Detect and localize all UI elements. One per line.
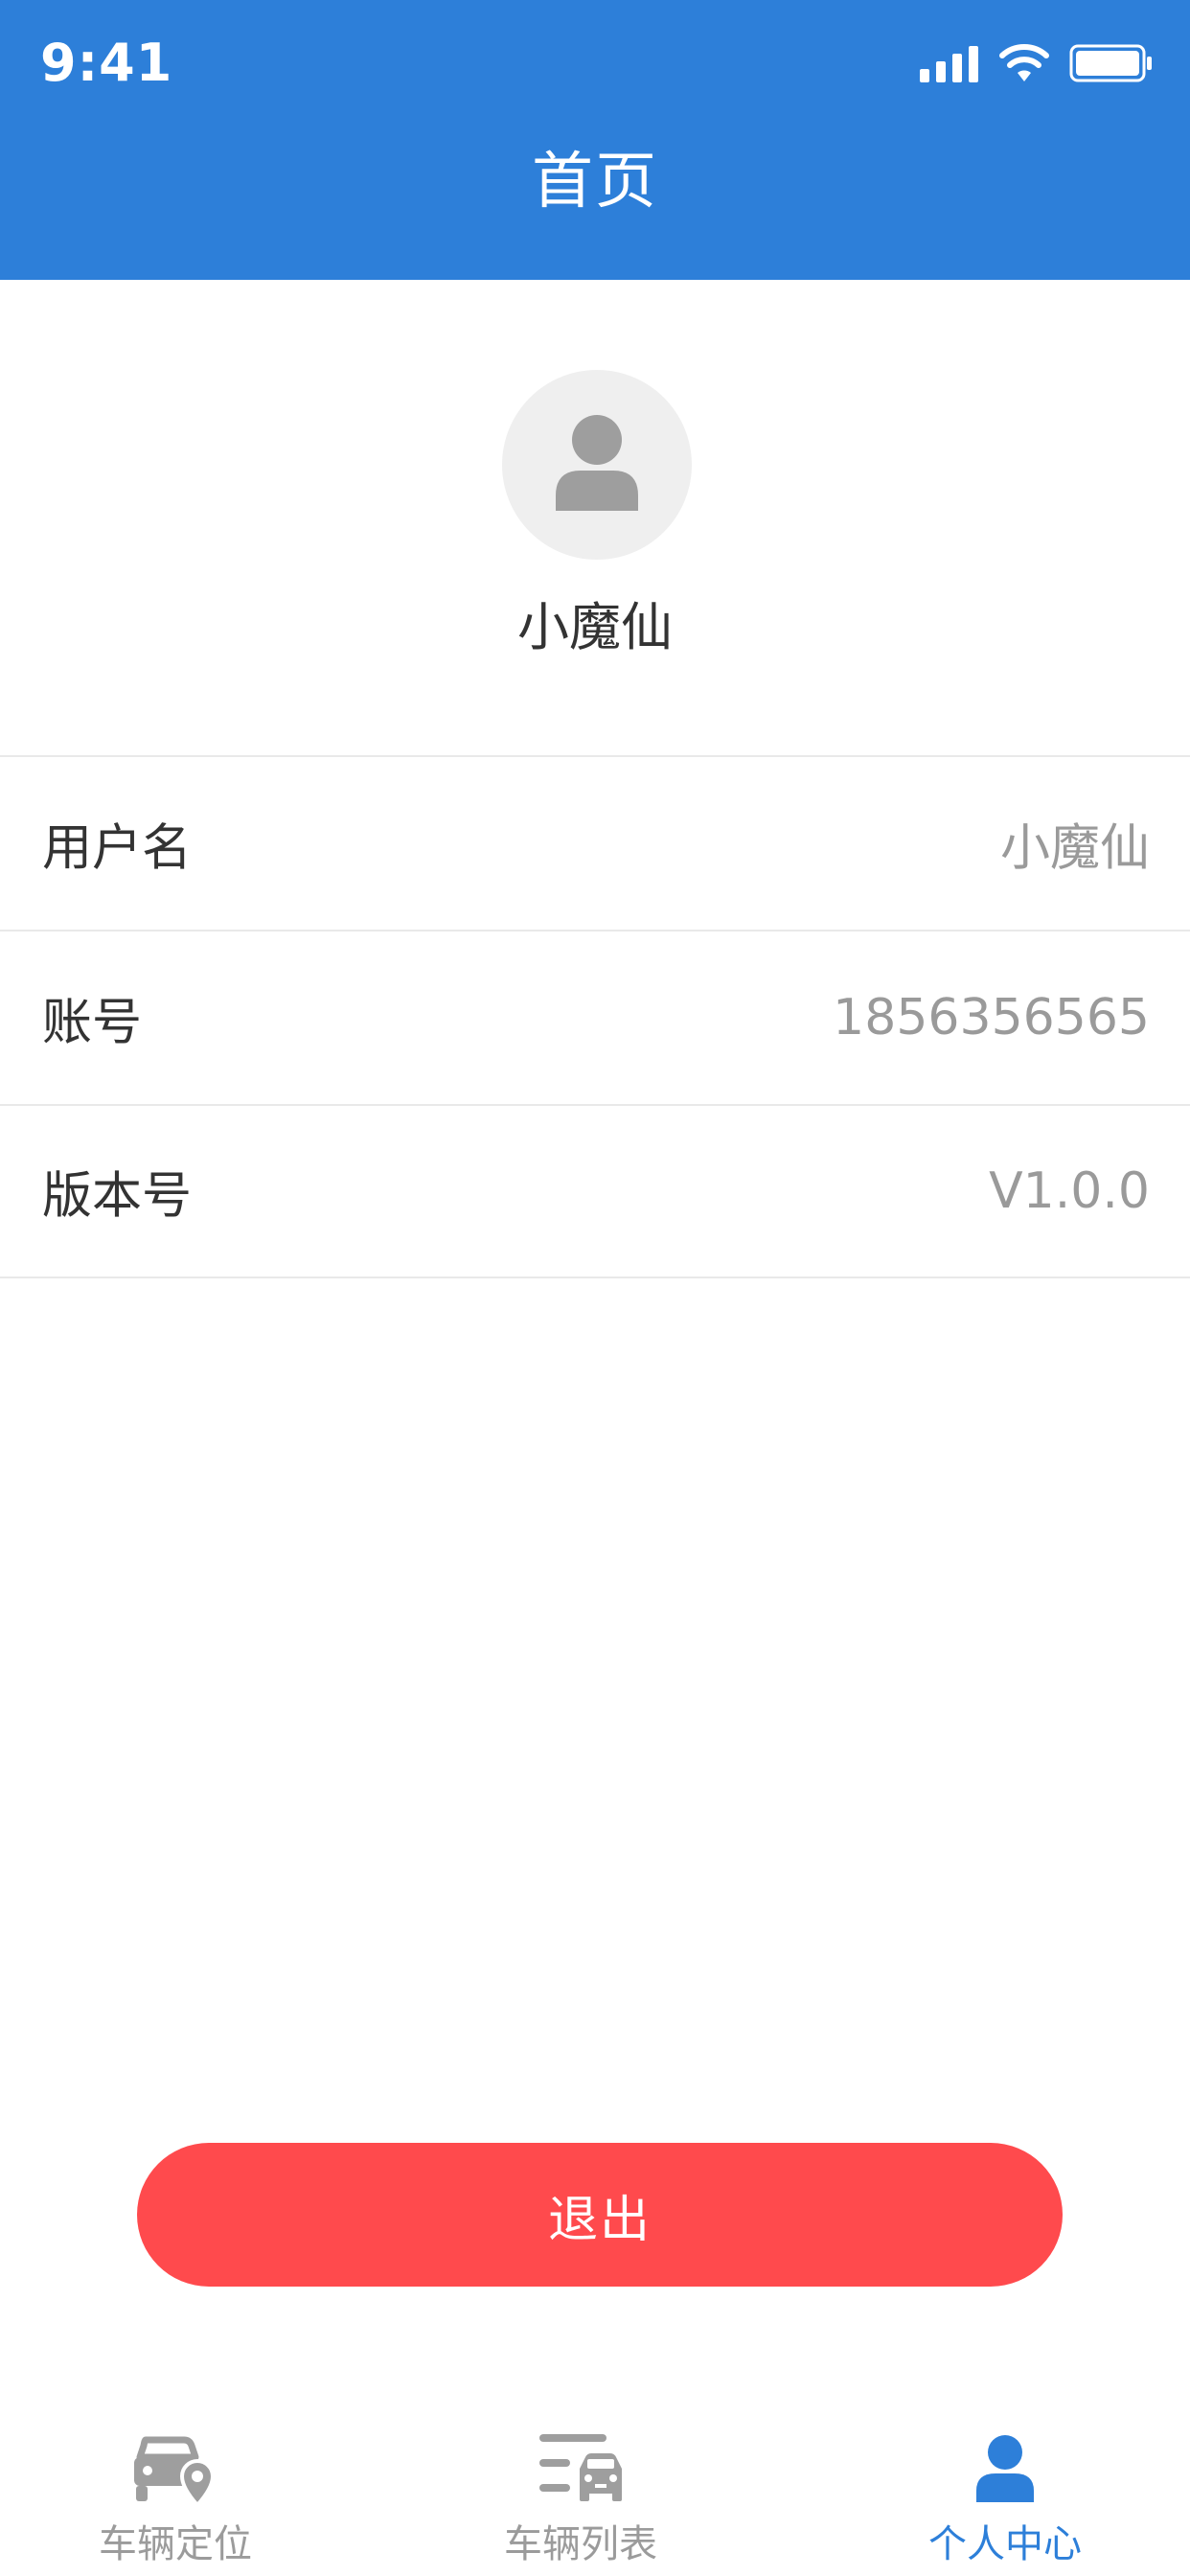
info-label: 账号 [42,994,143,1052]
info-list: 用户名 小魔仙 账号 1856356565 版本号 V1.0.0 [0,755,1190,1278]
tab-bar: 车辆定位 车辆列表 个人中心 [0,2415,1190,2576]
profile-name: 小魔仙 [517,597,673,657]
info-row-username: 用户名 小魔仙 [0,755,1190,930]
profile-section: 小魔仙 [0,280,1190,755]
status-time: 9:41 [40,33,173,93]
app-root: 9:41 首页 小魔仙 用户名 小魔仙 账号 1856356565 版本号 V1… [0,0,1190,2576]
info-row-account: 账号 1856356565 [0,930,1190,1104]
avatar[interactable] [502,370,692,560]
tab-vehicle-location[interactable]: 车辆定位 [22,2415,329,2576]
header: 9:41 首页 [0,0,1190,280]
tab-vehicle-list[interactable]: 车辆列表 [427,2415,734,2576]
tab-label: 个人中心 [928,2522,1082,2566]
tab-personal-center[interactable]: 个人中心 [852,2415,1158,2576]
battery-icon [1069,44,1154,86]
info-label: 用户名 [42,819,193,878]
car-location-icon [132,2432,218,2505]
info-row-version: 版本号 V1.0.0 [0,1104,1190,1278]
person-icon [554,415,640,515]
status-icons [920,44,1154,86]
tab-label: 车辆定位 [99,2522,252,2566]
wifi-icon [998,43,1050,87]
info-label: 版本号 [42,1167,193,1226]
tab-label: 车辆列表 [504,2522,657,2566]
signal-icon [920,44,979,86]
info-value: 小魔仙 [999,819,1150,878]
info-value: 1856356565 [833,989,1150,1046]
person-icon [962,2432,1048,2505]
page-title: 首页 [532,147,658,218]
car-list-icon [538,2432,624,2505]
info-value: V1.0.0 [989,1162,1150,1220]
logout-button[interactable]: 退出 [137,2143,1063,2287]
